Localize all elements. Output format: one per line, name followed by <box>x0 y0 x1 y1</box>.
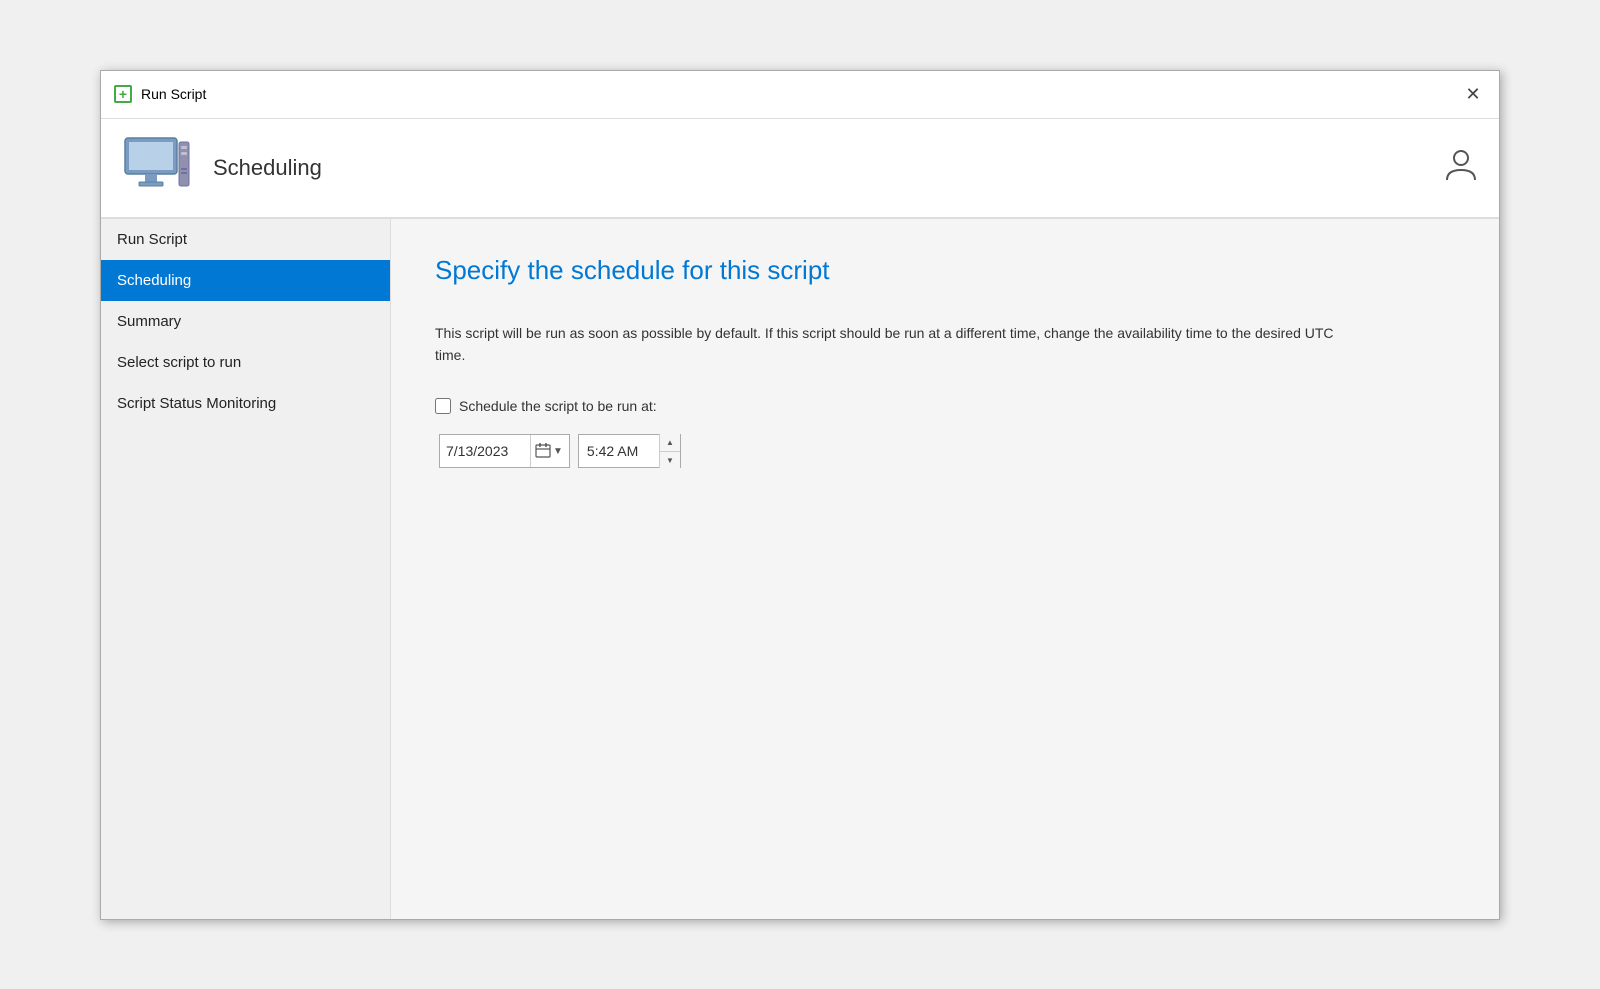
title-bar: + Run Script ✕ <box>101 71 1499 119</box>
schedule-row: Schedule the script to be run at: <box>435 398 1455 414</box>
time-spinner: ▲ ▼ <box>659 434 680 468</box>
schedule-checkbox-label[interactable]: Schedule the script to be run at: <box>459 398 657 414</box>
window-title: Run Script <box>141 86 206 102</box>
dropdown-arrow-icon: ▼ <box>553 446 563 457</box>
time-input-wrapper: 5:42 AM ▲ ▼ <box>578 434 681 468</box>
date-input-wrapper: 7/13/2023 ▼ <box>439 434 570 468</box>
time-value: 5:42 AM <box>587 443 655 459</box>
run-script-icon: + <box>113 84 133 104</box>
page-title: Specify the schedule for this script <box>435 255 1455 286</box>
title-bar-left: + Run Script <box>113 84 206 104</box>
sidebar-item-script-status[interactable]: Script Status Monitoring <box>101 383 390 424</box>
calendar-icon <box>535 442 551 461</box>
header-left: Scheduling <box>121 132 322 204</box>
sidebar: Run Script Scheduling Summary Select scr… <box>101 219 391 919</box>
main-content: Specify the schedule for this script Thi… <box>391 219 1499 919</box>
header-title: Scheduling <box>213 155 322 181</box>
header-area: Scheduling <box>101 119 1499 219</box>
sidebar-item-run-script[interactable]: Run Script <box>101 219 390 260</box>
schedule-checkbox-container: Schedule the script to be run at: <box>435 398 657 414</box>
sidebar-item-select-script[interactable]: Select script to run <box>101 342 390 383</box>
content-area: Run Script Scheduling Summary Select scr… <box>101 219 1499 919</box>
time-decrement-button[interactable]: ▼ <box>660 452 680 469</box>
date-time-row: 7/13/2023 ▼ <box>439 434 1455 468</box>
date-value: 7/13/2023 <box>446 443 526 459</box>
sidebar-item-summary[interactable]: Summary <box>101 301 390 342</box>
person-icon <box>1443 146 1479 182</box>
user-icon <box>1443 146 1479 189</box>
close-button[interactable]: ✕ <box>1459 80 1487 108</box>
computer-icon <box>121 132 193 204</box>
sidebar-item-scheduling[interactable]: Scheduling <box>101 260 390 301</box>
calendar-button[interactable]: ▼ <box>530 435 563 467</box>
schedule-checkbox[interactable] <box>435 398 451 414</box>
description-text: This script will be run as soon as possi… <box>435 322 1335 367</box>
time-increment-button[interactable]: ▲ <box>660 434 680 452</box>
plus-icon: + <box>119 87 127 101</box>
window: + Run Script ✕ <box>100 70 1500 920</box>
